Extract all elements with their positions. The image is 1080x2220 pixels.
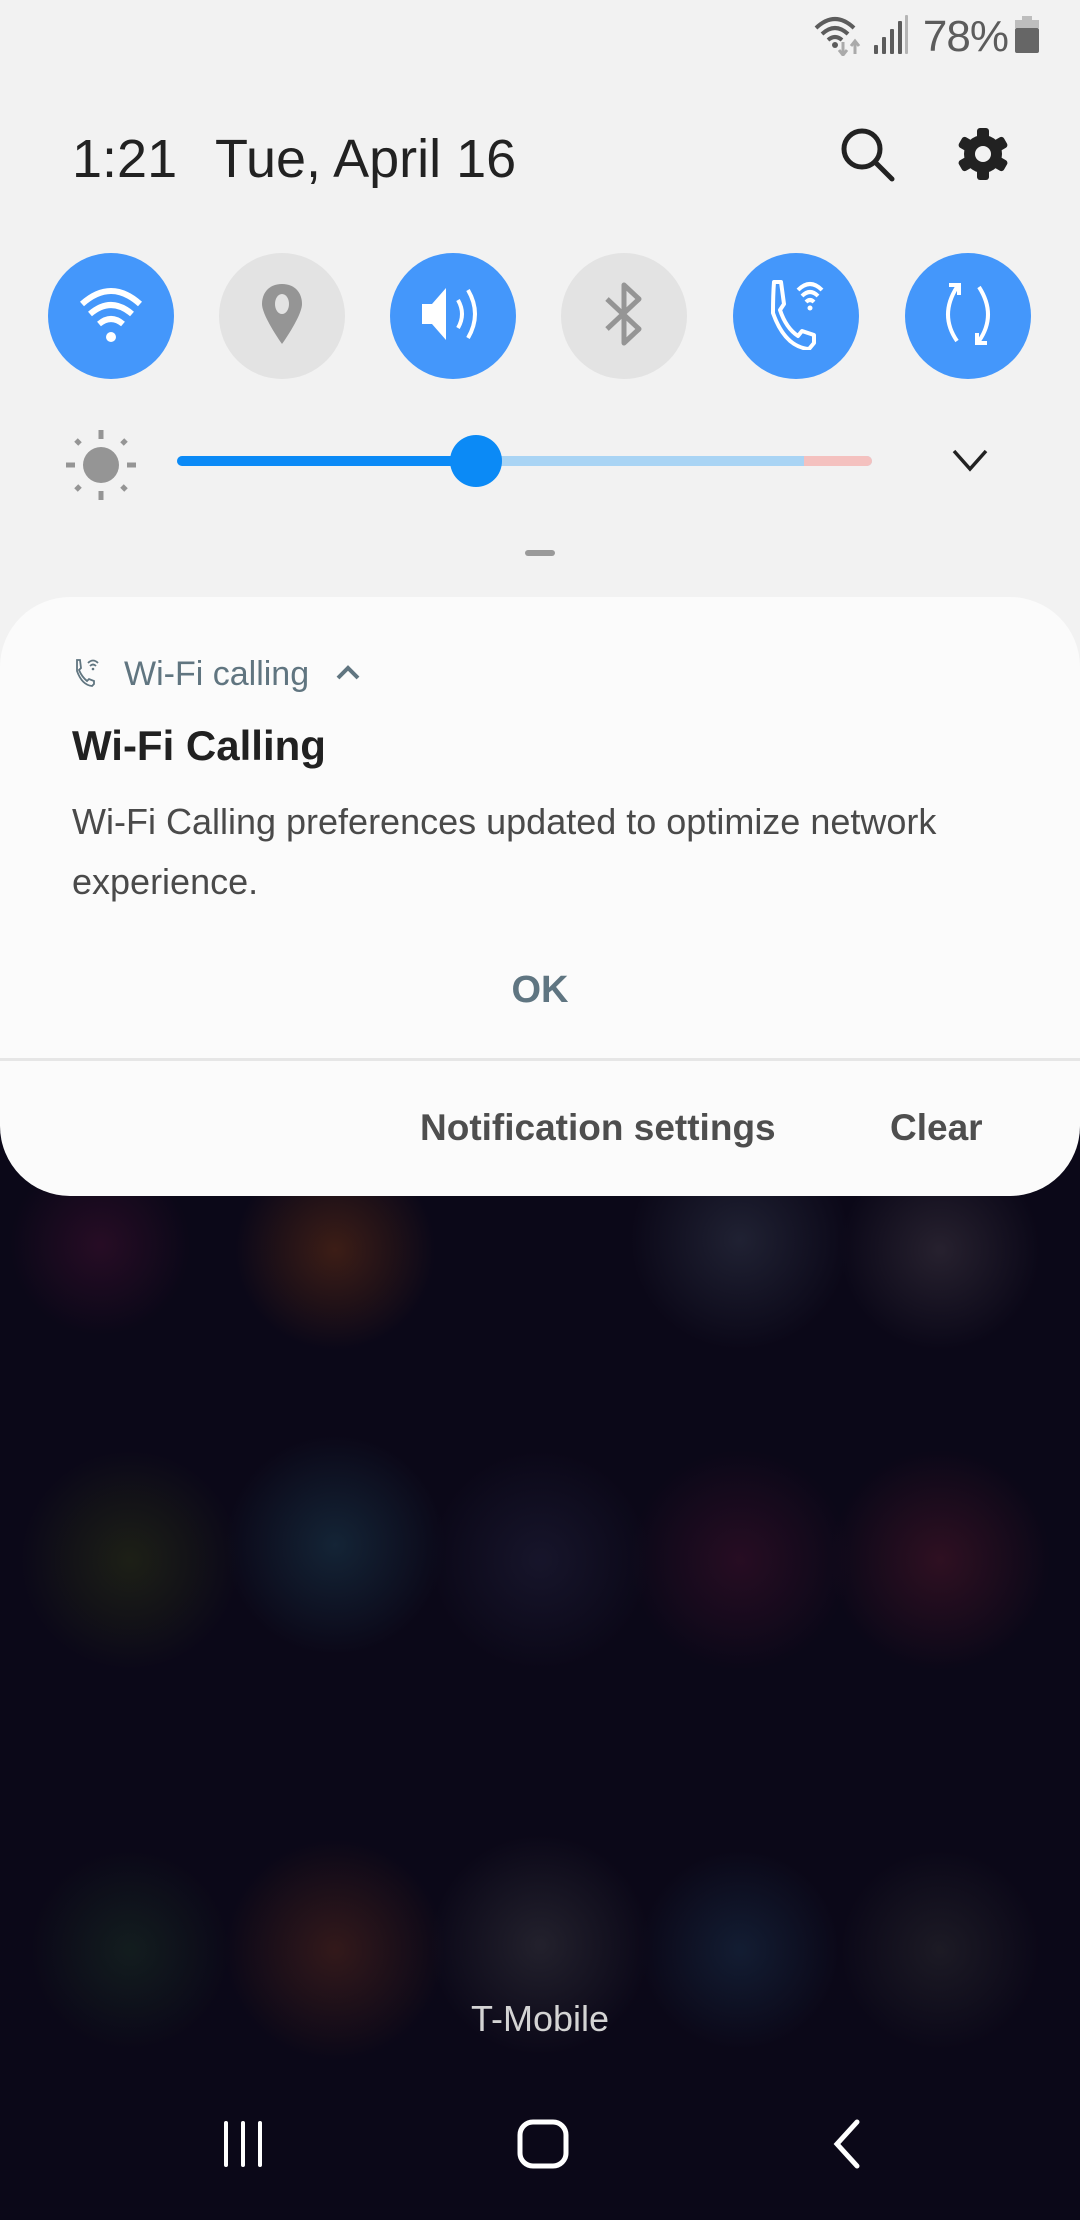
back-button[interactable] [797, 2108, 897, 2184]
toggle-location[interactable] [219, 253, 345, 379]
rotate-icon [933, 279, 1003, 354]
clock: 1:21 [72, 129, 178, 189]
wifi-data-activity-icon [813, 14, 867, 61]
notification-header: Wi-Fi calling [72, 650, 361, 698]
recents-icon [220, 2119, 266, 2174]
wifi-icon [76, 284, 146, 349]
back-icon [829, 2118, 865, 2175]
card-divider [0, 1058, 1080, 1061]
toggle-sound[interactable] [390, 253, 516, 379]
battery-icon [1014, 15, 1040, 59]
gear-icon [955, 126, 1011, 187]
wifi-calling-icon [72, 657, 102, 692]
notification-settings-button[interactable]: Notification settings [420, 1098, 776, 1158]
quick-settings-panel: 78% 1:21 Tue, April 16 [0, 0, 1080, 680]
home-button[interactable] [493, 2108, 593, 2184]
toggle-wifi[interactable] [48, 253, 174, 379]
brightness-slider[interactable] [177, 435, 872, 487]
settings-button[interactable] [951, 124, 1015, 188]
toggle-bluetooth[interactable] [561, 253, 687, 379]
drag-handle[interactable] [525, 550, 555, 556]
brightness-fill [177, 456, 476, 466]
brightness-thumb[interactable] [449, 435, 502, 487]
collapse-notification-button[interactable] [335, 663, 361, 686]
toggle-auto-rotate[interactable] [905, 253, 1031, 379]
bluetooth-icon [599, 281, 649, 352]
clear-button[interactable]: Clear [890, 1098, 983, 1158]
home-icon [516, 2118, 570, 2175]
sun-icon [64, 428, 138, 502]
speaker-icon [418, 284, 488, 349]
notification-title: Wi-Fi Calling [72, 722, 326, 769]
battery-percent: 78% [922, 12, 1009, 61]
ok-button[interactable]: OK [440, 960, 640, 1020]
search-icon [838, 125, 896, 188]
status-bar: 78% [813, 12, 1040, 62]
toggle-wifi-calling[interactable] [733, 253, 859, 379]
expand-brightness-button[interactable] [940, 432, 1000, 492]
search-button[interactable] [835, 124, 899, 188]
recents-button[interactable] [193, 2108, 293, 2184]
wifi-calling-icon [760, 278, 832, 355]
carrier-label: T-Mobile [470, 1998, 610, 2039]
date: Tue, April 16 [215, 129, 517, 189]
cellular-signal-icon [873, 14, 909, 60]
chevron-up-icon [335, 663, 361, 686]
location-pin-icon [258, 282, 306, 351]
chevron-down-icon [950, 447, 990, 478]
notification-app-name: Wi-Fi calling [124, 654, 310, 693]
notification-body: Wi-Fi Calling preferences updated to opt… [72, 801, 937, 902]
brightness-high-zone [804, 456, 872, 466]
brightness-track [177, 456, 872, 466]
